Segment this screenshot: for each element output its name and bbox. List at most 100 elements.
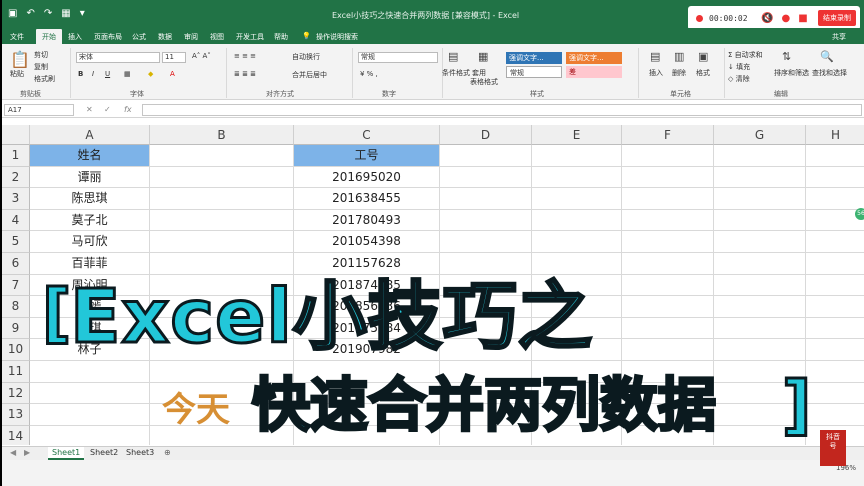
cell-h6[interactable] — [806, 253, 864, 275]
row-header[interactable]: 14 — [2, 425, 30, 445]
column-header-e[interactable]: E — [532, 125, 622, 145]
tab-help[interactable]: 帮助 — [274, 32, 288, 42]
wrap-text-button[interactable]: 自动换行 — [292, 52, 320, 62]
cell-g6[interactable] — [714, 253, 806, 275]
name-box[interactable]: A17 — [4, 104, 74, 116]
cell-e5[interactable] — [532, 231, 622, 253]
format-cells-icon[interactable]: ▣ — [698, 50, 708, 63]
speaker-muted-icon[interactable]: 🔇 — [761, 13, 773, 24]
style-normal[interactable]: 常规 — [506, 66, 562, 78]
paste-button[interactable]: 粘贴 — [10, 69, 24, 79]
cell-h7[interactable] — [806, 275, 864, 297]
row-header[interactable]: 4 — [2, 209, 30, 232]
cell-a1[interactable]: 姓名 — [30, 145, 150, 167]
cell-a3[interactable]: 陈思琪 — [30, 188, 150, 210]
save-icon[interactable]: ▣ — [8, 8, 17, 19]
cell-e3[interactable] — [532, 188, 622, 210]
insert-function-icon[interactable]: fx — [124, 105, 132, 114]
column-header-d[interactable]: D — [440, 125, 532, 145]
cell-b5[interactable] — [150, 231, 294, 253]
format-as-table-button-2[interactable]: 表格格式 — [470, 77, 498, 87]
bold-icon[interactable]: B — [78, 70, 83, 78]
enter-icon[interactable]: ✓ — [104, 105, 111, 114]
column-header-f[interactable]: F — [622, 125, 714, 145]
cell-g4[interactable] — [714, 209, 806, 232]
cell-g3[interactable] — [714, 188, 806, 210]
cell-g8[interactable] — [714, 296, 806, 318]
cell-d2[interactable] — [440, 166, 532, 189]
find-select-button[interactable]: 查找和选择 — [812, 68, 847, 78]
cell-g1[interactable] — [714, 145, 806, 167]
cell-d1[interactable] — [440, 145, 532, 167]
cell-h1[interactable] — [806, 145, 864, 167]
font-size-select[interactable]: 11 — [162, 52, 186, 63]
cell-c1[interactable]: 工号 — [294, 145, 440, 167]
cell-g10[interactable] — [714, 339, 806, 361]
style-bad[interactable]: 差 — [566, 66, 622, 78]
italic-icon[interactable]: I — [92, 70, 94, 78]
cell-h5[interactable] — [806, 231, 864, 253]
cell-f8[interactable] — [622, 296, 714, 318]
cell-c5[interactable]: 201054398 — [294, 231, 440, 253]
row-header[interactable]: 13 — [2, 404, 30, 426]
cell-h11[interactable] — [806, 361, 864, 383]
cell-a12[interactable] — [30, 382, 150, 405]
cell-h13[interactable] — [806, 404, 864, 426]
tab-data[interactable]: 数据 — [158, 32, 172, 42]
cell-h10[interactable] — [806, 339, 864, 361]
cell-h2[interactable] — [806, 167, 864, 189]
cell-a6[interactable]: 百菲菲 — [30, 253, 150, 275]
row-header[interactable]: 7 — [2, 274, 30, 297]
cell-f7[interactable] — [622, 274, 714, 297]
cell-b6[interactable] — [150, 253, 294, 275]
tab-developer[interactable]: 开发工具 — [236, 32, 264, 42]
style-accent-1[interactable]: 强调文字... — [506, 52, 562, 64]
insert-cells-icon[interactable]: ▤ — [650, 50, 660, 63]
customize-qat-icon[interactable]: ▾ — [80, 8, 85, 19]
stop-recording-button[interactable]: 结束录制 — [818, 10, 856, 26]
conditional-format-icon[interactable]: ▤ — [448, 50, 458, 63]
autosum-button[interactable]: Σ 自动求和 — [728, 50, 763, 60]
cell-f4[interactable] — [622, 209, 714, 232]
cell-d3[interactable] — [440, 188, 532, 210]
row-header[interactable]: 3 — [2, 188, 30, 210]
row-header[interactable]: 10 — [2, 339, 30, 361]
tab-page-layout[interactable]: 页面布局 — [94, 32, 122, 42]
sheet-scroll-left-icon[interactable]: ◀ — [6, 447, 20, 460]
mic-icon[interactable]: ● — [781, 13, 790, 24]
underline-icon[interactable]: U — [105, 70, 110, 78]
row-header[interactable]: 8 — [2, 296, 30, 318]
align-top-icon[interactable]: ≡ ≡ ≡ — [234, 52, 256, 60]
cut-button[interactable]: 剪切 — [34, 50, 48, 60]
cell-a2[interactable]: 谭丽 — [30, 166, 150, 189]
cell-f6[interactable] — [622, 253, 714, 275]
column-header-h[interactable]: H — [806, 125, 864, 145]
cell-h8[interactable] — [806, 296, 864, 318]
column-header-a[interactable]: A — [30, 125, 150, 145]
share-button[interactable]: 共享 — [832, 32, 846, 42]
currency-icon[interactable]: ¥ % , — [360, 70, 378, 78]
cell-e1[interactable] — [532, 145, 622, 167]
cell-f2[interactable] — [622, 166, 714, 189]
cell-e4[interactable] — [532, 209, 622, 232]
select-all-corner[interactable] — [2, 125, 30, 145]
sheet-tab-3[interactable]: Sheet3 — [122, 447, 158, 460]
cell-a11[interactable] — [30, 361, 150, 383]
row-header[interactable]: 9 — [2, 317, 30, 340]
column-header-g[interactable]: G — [714, 125, 806, 145]
align-left-icon[interactable]: ≣ ≣ ≣ — [234, 70, 256, 78]
table-format-icon[interactable]: ▦ — [478, 50, 488, 63]
find-select-icon[interactable]: 🔍 — [820, 50, 834, 63]
cell-g2[interactable] — [714, 166, 806, 189]
cell-b2[interactable] — [150, 166, 294, 189]
cell-h3[interactable] — [806, 188, 864, 210]
conditional-format-button[interactable]: 条件格式 — [442, 68, 470, 78]
sheet-tab-1[interactable]: Sheet1 — [48, 447, 85, 460]
cell-c3[interactable]: 201638455 — [294, 188, 440, 210]
column-header-b[interactable]: B — [150, 125, 294, 145]
row-header[interactable]: 1 — [2, 145, 30, 167]
cell-b4[interactable] — [150, 209, 294, 232]
border-icon[interactable]: ▦ — [124, 70, 131, 78]
tab-formulas[interactable]: 公式 — [132, 32, 146, 42]
cell-f9[interactable] — [622, 317, 714, 340]
